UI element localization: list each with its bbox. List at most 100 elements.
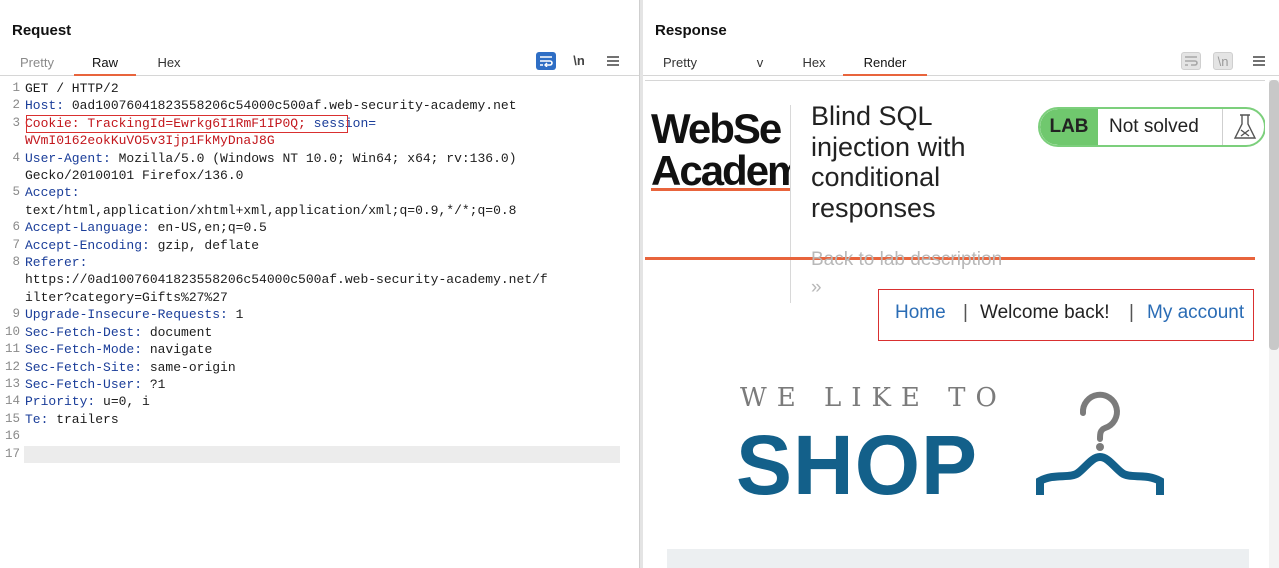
lab-title: Blind SQL injection with conditional res… (811, 101, 966, 223)
content-band (667, 549, 1249, 568)
header-value-cont: text/html,application/xhtml+xml,applicat… (25, 202, 517, 218)
request-title: Request (12, 22, 72, 39)
tab-pretty[interactable]: Pretty (661, 55, 699, 76)
line-number: 9 (12, 307, 20, 322)
nav-separator: | (963, 302, 968, 323)
lab-badge: LAB (1040, 109, 1098, 145)
nav-my-account-link[interactable]: My account (1147, 302, 1244, 324)
header-value-cont: ilter?category=Gifts%27%27 (25, 289, 228, 305)
wrap-icon (1185, 56, 1198, 66)
flask-icon (1222, 109, 1264, 145)
line-number: 5 (12, 185, 20, 200)
code-line: 11 Sec-Fetch-Mode: navigate (0, 341, 639, 358)
show-newlines-button[interactable]: \n (1213, 52, 1233, 70)
tab-pretty[interactable]: Pretty (18, 55, 56, 76)
request-line: GET / HTTP/2 (25, 81, 119, 96)
back-to-lab-link[interactable]: Back to lab description (811, 249, 1002, 271)
line-number: 10 (4, 324, 20, 339)
header-value: gzip, deflate (149, 237, 260, 253)
header-value: 0ad10076041823558206c54000c500af.web-sec… (64, 98, 517, 114)
header-name: Host: (25, 98, 65, 114)
tab-view-dropdown[interactable]: v (754, 55, 766, 76)
header-value-cont: https://0ad10076041823558206c54000c500af… (25, 272, 548, 288)
line-number: 11 (4, 342, 20, 357)
line-number: 3 (12, 115, 20, 130)
header-name: Sec-Fetch-Site: (25, 359, 143, 375)
header-name: Sec-Fetch-Mode: (25, 342, 143, 358)
code-line: 7 Accept-Encoding: gzip, deflate (0, 237, 639, 254)
code-line: 9 Upgrade-Insecure-Requests: 1 (0, 306, 639, 323)
header-value: u=0, i (95, 394, 150, 410)
request-editor[interactable]: 1 GET / HTTP/2 2 Host: 0ad1007604182355820… (0, 80, 639, 568)
tab-hex[interactable]: Hex (800, 55, 828, 76)
wrap-icon (540, 56, 553, 68)
menu-icon (607, 56, 619, 66)
scrollbar-thumb[interactable] (1269, 80, 1279, 350)
header-name: Referer: (25, 255, 88, 271)
code-line: ilter?category=Gifts%27%27 (0, 289, 639, 306)
rendered-page: WebSe Academ Blind SQL injection with co… (645, 80, 1265, 568)
line-number: 1 (12, 81, 20, 95)
nav-home-link[interactable]: Home (895, 302, 946, 324)
header-name: Sec-Fetch-User: (25, 376, 143, 392)
header-value: ?1 (142, 376, 166, 392)
cookie-highlight-box (26, 115, 348, 133)
code-line: 5 Accept: (0, 184, 639, 201)
lab-status-text: Not solved (1109, 116, 1199, 137)
response-menu-button[interactable] (1249, 52, 1269, 70)
logo-line-1: WebSe (651, 105, 782, 152)
line-number: 4 (12, 150, 20, 165)
request-pane: Request Pretty Raw Hex \n 1 GET / HTTP/2 … (0, 0, 639, 568)
welcome-back-text: Welcome back! (980, 302, 1110, 323)
code-line: 2 Host: 0ad10076041823558206c54000c500af.… (0, 97, 639, 114)
request-menu-button[interactable] (603, 52, 623, 70)
wrap-lines-button[interactable] (536, 52, 556, 70)
nav-separator: | (1129, 302, 1134, 323)
header-name: Accept: (25, 185, 80, 201)
code-line: 8 Referer: (0, 254, 639, 271)
web-security-academy-logo: WebSe Academ (651, 105, 791, 195)
logo-underline (651, 188, 791, 191)
account-nav: Home | Welcome back! | My account (878, 289, 1254, 341)
line-number: 12 (4, 359, 20, 374)
header-name: Accept-Encoding: (25, 237, 150, 253)
double-chevron-icon: » (811, 277, 822, 298)
header-value: same-origin (142, 359, 236, 375)
header-value: Mozilla/5.0 (Windows NT 10.0; Win64; x64… (110, 150, 517, 166)
line-number: 13 (4, 376, 20, 391)
code-line: 12 Sec-Fetch-Site: same-origin (0, 359, 639, 376)
tab-hex[interactable]: Hex (152, 55, 186, 76)
code-line: 1 GET / HTTP/2 (0, 80, 639, 97)
line-number: 14 (4, 394, 20, 409)
code-line: 16 (0, 428, 639, 445)
wrap-lines-button[interactable] (1181, 52, 1201, 70)
line-number: 15 (4, 411, 20, 426)
code-line: https://0ad10076041823558206c54000c500af… (0, 271, 639, 288)
header-name: Accept-Language: (25, 220, 150, 236)
line-number: 8 (12, 255, 20, 270)
shop-heading: SHOP (736, 418, 979, 512)
shop-tagline: WE LIKE TO (740, 383, 1007, 413)
tab-raw[interactable]: Raw (74, 55, 136, 76)
line-number: 6 (12, 220, 20, 235)
hanger-icon (1036, 391, 1164, 495)
session-value: WVmI0162eokKuVO5v3Ijp1FkMyDnaJ8G (25, 133, 275, 149)
show-newlines-button[interactable]: \n (569, 52, 589, 70)
code-line: 10 Sec-Fetch-Dest: document (0, 324, 639, 341)
header-value: trailers (48, 411, 119, 427)
header-name: User-Agent: (25, 150, 111, 166)
header-separator (790, 105, 791, 303)
header-name: Upgrade-Insecure-Requests: (25, 307, 228, 323)
header-name: Te: (25, 411, 49, 427)
code-line: Gecko/20100101 Firefox/136.0 (0, 167, 639, 184)
code-line: 4 User-Agent: Mozilla/5.0 (Windows NT 10.… (0, 150, 639, 167)
line-number: 16 (4, 429, 20, 444)
line-number: 2 (12, 98, 20, 113)
response-pane: Response Pretty v Hex Render \n WebSe Ac… (643, 0, 1279, 568)
tab-render[interactable]: Render (843, 55, 927, 76)
code-line-current: 17 (0, 445, 639, 463)
line-number: 7 (12, 237, 20, 252)
response-title: Response (655, 22, 727, 39)
header-value: navigate (142, 342, 213, 358)
code-line: WVmI0162eokKuVO5v3Ijp1FkMyDnaJ8G (0, 132, 639, 149)
